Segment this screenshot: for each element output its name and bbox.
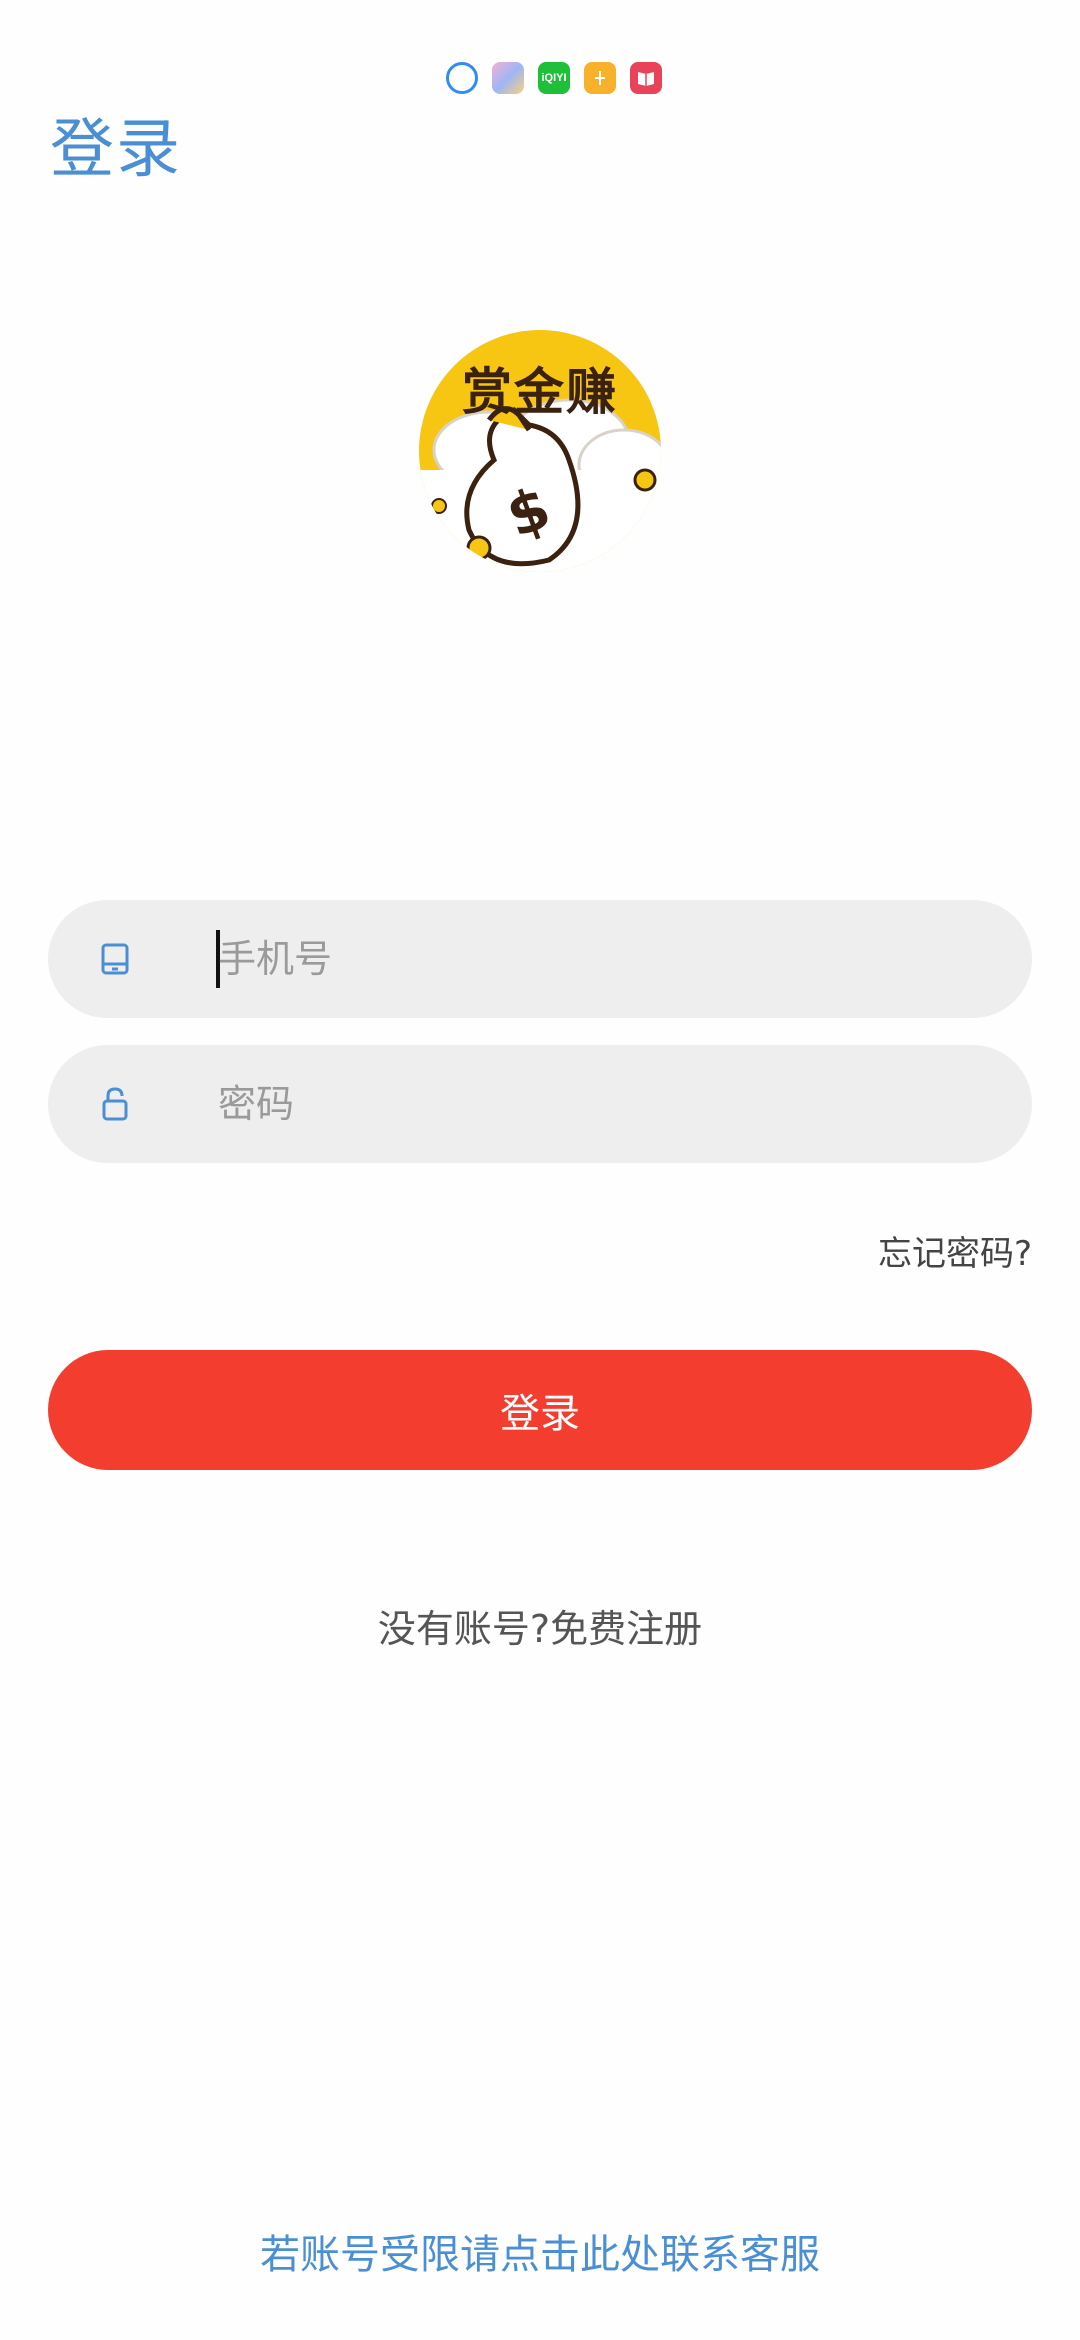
app-icon	[584, 62, 616, 94]
phone-field[interactable]	[48, 900, 1032, 1018]
browser-icon	[446, 62, 478, 94]
notification-icons: iQIYI	[446, 62, 662, 94]
password-input[interactable]	[168, 1045, 988, 1163]
password-field[interactable]	[48, 1045, 1032, 1163]
book-icon	[630, 62, 662, 94]
app-logo: $ 赏金赚	[419, 330, 661, 572]
page-title: 登录	[50, 113, 182, 187]
login-page: iQIYI 登录 $ 赏金赚 手机号 忘记密码? 登录 没有账号?免费注册 若账…	[0, 0, 1080, 2340]
lock-icon	[102, 1087, 128, 1121]
phone-input[interactable]	[168, 900, 988, 1018]
phone-icon	[101, 943, 129, 975]
forgot-password-link[interactable]: 忘记密码?	[878, 1226, 1032, 1275]
contact-support-link[interactable]: 若账号受限请点击此处联系客服	[0, 2222, 1080, 2280]
iqiyi-icon: iQIYI	[538, 62, 570, 94]
register-link[interactable]: 没有账号?免费注册	[0, 1598, 1080, 1653]
gallery-icon	[492, 62, 524, 94]
login-button[interactable]: 登录	[48, 1350, 1032, 1470]
logo-text: 赏金赚	[462, 363, 618, 421]
